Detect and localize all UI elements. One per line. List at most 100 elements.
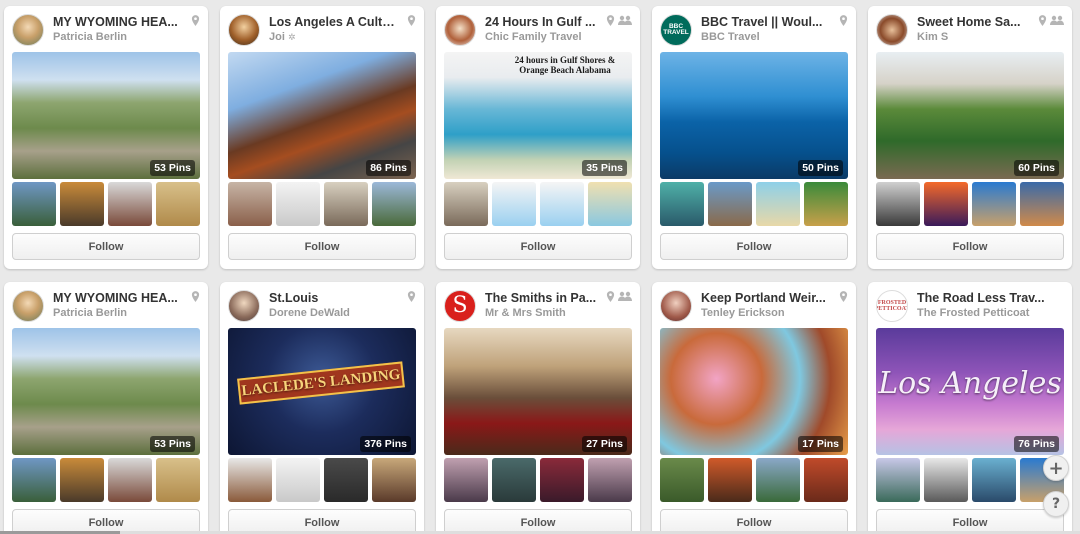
board-thumbnails <box>660 458 848 502</box>
thumbnail-image[interactable] <box>228 182 272 226</box>
thumbnail-image[interactable] <box>972 458 1016 502</box>
board-cover-image[interactable]: LACLEDE'S LANDING 376 Pins <box>228 328 416 455</box>
frosted-petticoat-logo[interactable]: FROSTED PETTICOAT <box>876 290 908 322</box>
board-title[interactable]: Los Angeles A Cultu... <box>269 15 399 29</box>
board-card-smiths-in-paris[interactable]: S The Smiths in Pa... Mr & Mrs Smith 27 … <box>436 282 640 534</box>
board-title[interactable]: MY WYOMING HEA... <box>53 291 183 305</box>
board-owner[interactable]: Patricia Berlin <box>53 307 193 319</box>
thumbnail-image[interactable] <box>804 182 848 226</box>
thumbnail-image[interactable] <box>660 182 704 226</box>
thumbnail-image[interactable] <box>756 182 800 226</box>
board-title[interactable]: The Road Less Trav... <box>917 291 1062 305</box>
board-cover-image[interactable]: Los Angeles 76 Pins <box>876 328 1064 455</box>
board-card-keep-portland-weird[interactable]: Keep Portland Weir... Tenley Erickson 17… <box>652 282 856 534</box>
board-owner[interactable]: Mr & Mrs Smith <box>485 307 625 319</box>
board-owner[interactable]: Chic Family Travel <box>485 31 625 43</box>
thumbnail-image[interactable] <box>60 182 104 226</box>
thumbnail-image[interactable] <box>804 458 848 502</box>
add-button[interactable]: + <box>1043 455 1069 481</box>
board-cover-image[interactable]: 53 Pins <box>12 52 200 179</box>
board-title[interactable]: MY WYOMING HEA... <box>53 15 183 29</box>
thumbnail-image[interactable] <box>324 182 368 226</box>
thumbnail-image[interactable] <box>444 458 488 502</box>
avatar[interactable] <box>660 290 692 322</box>
thumbnail-image[interactable] <box>60 458 104 502</box>
thumbnail-image[interactable] <box>756 458 800 502</box>
thumbnail-image[interactable] <box>372 182 416 226</box>
thumbnail-image[interactable] <box>588 182 632 226</box>
avatar[interactable] <box>12 290 44 322</box>
thumbnail-image[interactable] <box>660 458 704 502</box>
board-owner[interactable]: Tenley Erickson <box>701 307 841 319</box>
board-owner[interactable]: Kim S <box>917 31 1057 43</box>
thumbnail-image[interactable] <box>276 182 320 226</box>
thumbnail-image[interactable] <box>492 458 536 502</box>
board-title[interactable]: St.Louis <box>269 291 399 305</box>
thumbnail-image[interactable] <box>540 182 584 226</box>
board-cover-image[interactable]: 60 Pins <box>876 52 1064 179</box>
thumbnail-image[interactable] <box>108 182 152 226</box>
thumbnail-image[interactable] <box>228 458 272 502</box>
thumbnail-image[interactable] <box>1020 182 1064 226</box>
board-cover-image[interactable]: 53 Pins <box>12 328 200 455</box>
board-owner[interactable]: Patricia Berlin <box>53 31 193 43</box>
thumbnail-image[interactable] <box>492 182 536 226</box>
board-cover-image[interactable]: 24 hours in Gulf Shores & Orange Beach A… <box>444 52 632 179</box>
thumbnail-image[interactable] <box>12 182 56 226</box>
board-card-st-louis[interactable]: St.Louis Dorene DeWald LACLEDE'S LANDING… <box>220 282 424 534</box>
thumbnail-image[interactable] <box>924 458 968 502</box>
board-title[interactable]: Sweet Home Sa... <box>917 15 1033 29</box>
thumbnail-image[interactable] <box>156 458 200 502</box>
follow-button[interactable]: Follow <box>660 233 848 260</box>
thumbnail-image[interactable] <box>276 458 320 502</box>
thumbnail-image[interactable] <box>924 182 968 226</box>
map-pin-icon <box>407 291 416 302</box>
thumbnail-image[interactable] <box>12 458 56 502</box>
thumbnail-image[interactable] <box>708 182 752 226</box>
thumbnail-image[interactable] <box>708 458 752 502</box>
board-title[interactable]: BBC Travel || Woul... <box>701 15 831 29</box>
board-cover-image[interactable]: 17 Pins <box>660 328 848 455</box>
board-thumbnails <box>444 458 632 502</box>
board-card-24-hours-gulf[interactable]: 24 Hours In Gulf ... Chic Family Travel … <box>436 6 640 269</box>
thumbnail-image[interactable] <box>372 458 416 502</box>
follow-button[interactable]: Follow <box>228 233 416 260</box>
board-cover-image[interactable]: 50 Pins <box>660 52 848 179</box>
thumbnail-image[interactable] <box>324 458 368 502</box>
thumbnail-image[interactable] <box>972 182 1016 226</box>
board-card-my-wyoming[interactable]: MY WYOMING HEA... Patricia Berlin 53 Pin… <box>4 6 208 269</box>
pin-count: 17 Pins <box>798 436 843 452</box>
avatar[interactable] <box>228 14 260 46</box>
avatar[interactable] <box>444 14 476 46</box>
follow-button[interactable]: Follow <box>444 233 632 260</box>
board-title[interactable]: 24 Hours In Gulf ... <box>485 15 601 29</box>
avatar[interactable] <box>876 14 908 46</box>
thumbnail-image[interactable] <box>108 458 152 502</box>
board-owner[interactable]: The Frosted Petticoat <box>917 307 1057 319</box>
board-title[interactable]: The Smiths in Pa... <box>485 291 601 305</box>
avatar[interactable] <box>12 14 44 46</box>
board-card-los-angeles-culture[interactable]: Los Angeles A Cultu... Joi ✲ 86 Pins Fol… <box>220 6 424 269</box>
board-owner[interactable]: Dorene DeWald <box>269 307 409 319</box>
board-cover-image[interactable]: 27 Pins <box>444 328 632 455</box>
bbc-travel-logo[interactable]: BBC TRAVEL <box>660 14 692 46</box>
help-button[interactable]: ? <box>1043 491 1069 517</box>
board-card-bbc-travel[interactable]: BBC TRAVEL BBC Travel || Woul... BBC Tra… <box>652 6 856 269</box>
board-title[interactable]: Keep Portland Weir... <box>701 291 831 305</box>
thumbnail-image[interactable] <box>876 182 920 226</box>
mr-mrs-smith-logo[interactable]: S <box>444 290 476 322</box>
thumbnail-image[interactable] <box>588 458 632 502</box>
follow-button[interactable]: Follow <box>876 233 1064 260</box>
thumbnail-image[interactable] <box>444 182 488 226</box>
avatar[interactable] <box>228 290 260 322</box>
board-cover-image[interactable]: 86 Pins <box>228 52 416 179</box>
thumbnail-image[interactable] <box>876 458 920 502</box>
board-owner[interactable]: BBC Travel <box>701 31 841 43</box>
follow-button[interactable]: Follow <box>12 233 200 260</box>
board-card-my-wyoming-2[interactable]: MY WYOMING HEA... Patricia Berlin 53 Pin… <box>4 282 208 534</box>
board-card-sweet-home[interactable]: Sweet Home Sa... Kim S 60 Pins Follow <box>868 6 1072 269</box>
thumbnail-image[interactable] <box>156 182 200 226</box>
thumbnail-image[interactable] <box>540 458 584 502</box>
board-owner[interactable]: Joi ✲ <box>269 31 409 43</box>
board-card-road-less-traveled[interactable]: FROSTED PETTICOAT The Road Less Trav... … <box>868 282 1072 534</box>
